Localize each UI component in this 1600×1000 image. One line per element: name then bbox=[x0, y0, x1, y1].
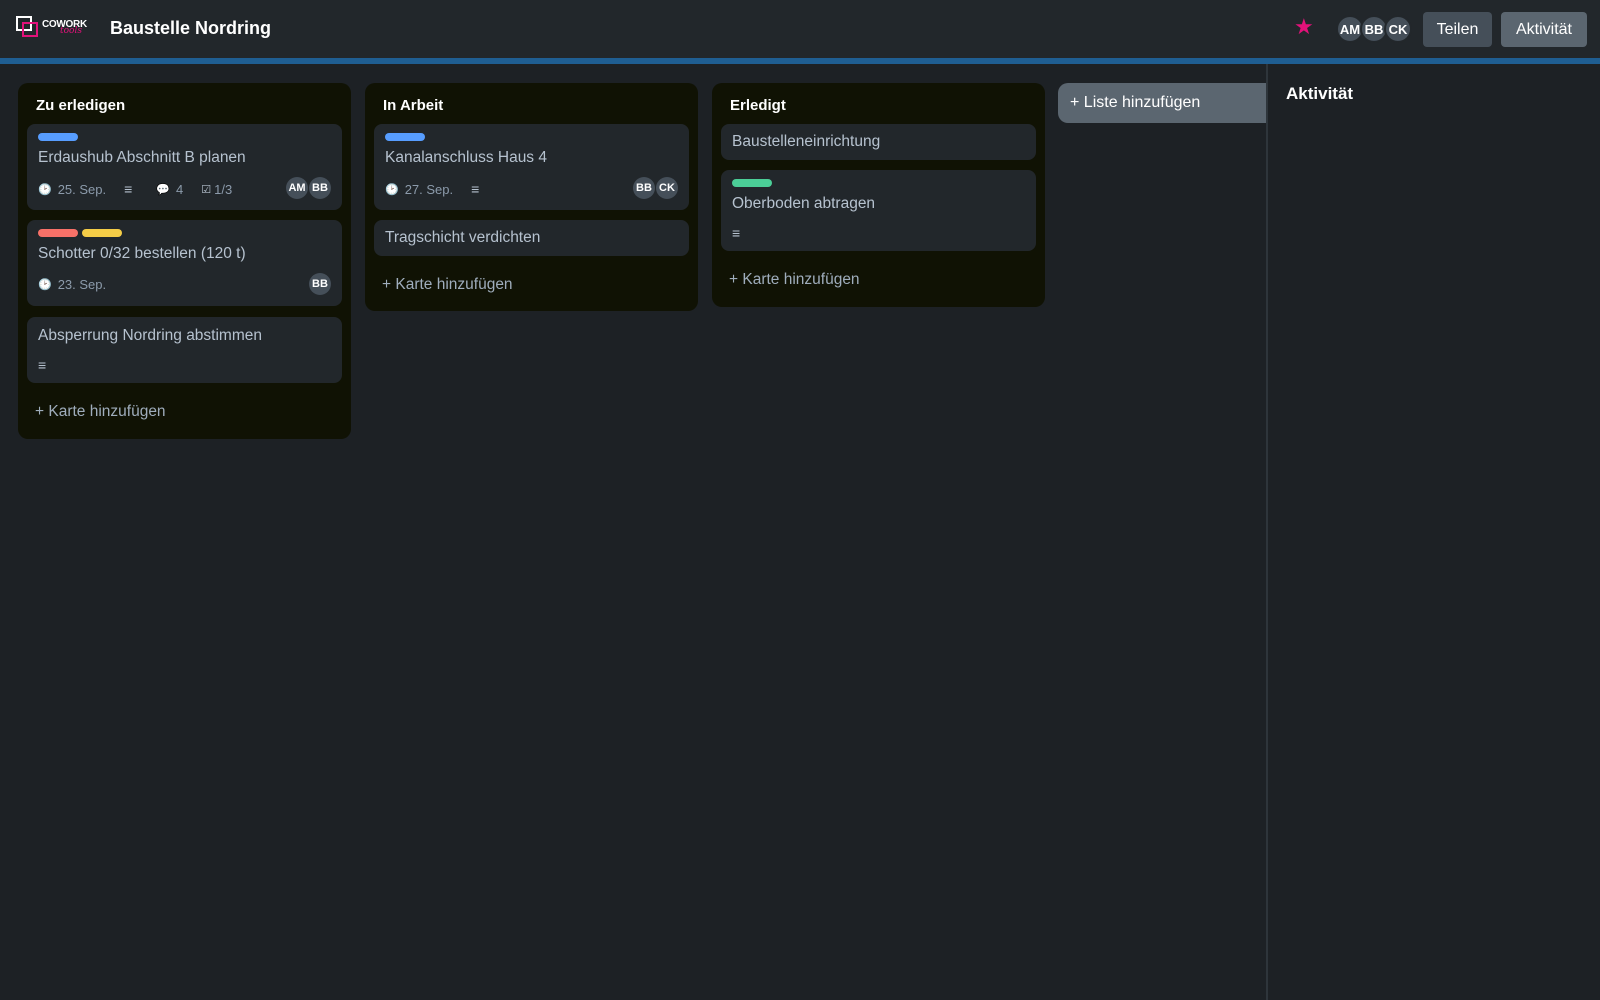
activity-panel-title: Aktivität bbox=[1286, 84, 1354, 103]
comment-count: 4 bbox=[176, 181, 184, 197]
card-title: Baustelleneinrichtung bbox=[732, 133, 881, 150]
card[interactable]: Erdaushub Abschnitt B planen 🕑 25. Sep. … bbox=[27, 124, 342, 210]
logo-subtext: tools bbox=[60, 26, 82, 36]
list-title[interactable]: Zu erledigen bbox=[36, 97, 125, 114]
app-logo[interactable]: COWORK tools bbox=[16, 16, 87, 38]
checklist-badge: ☑ 1/3 bbox=[201, 182, 232, 197]
logo-icon bbox=[16, 16, 38, 37]
description-badge: ≡ bbox=[38, 357, 52, 373]
card-badges: ≡ bbox=[38, 357, 70, 373]
card-title: Schotter 0/32 bestellen (120 t) bbox=[38, 245, 246, 262]
list-zu-erledigen: Zu erledigen Erdaushub Abschnitt B plane… bbox=[18, 83, 351, 439]
description-badge: ≡ bbox=[732, 225, 746, 241]
checklist-icon: ☑ bbox=[201, 183, 212, 196]
board-header: COWORK tools Baustelle Nordring ★ AM BB … bbox=[0, 0, 1600, 58]
share-button[interactable]: Teilen bbox=[1423, 12, 1492, 47]
add-card-button[interactable]: + Karte hinzufügen bbox=[729, 271, 860, 289]
board-title[interactable]: Baustelle Nordring bbox=[110, 18, 271, 39]
description-icon: ≡ bbox=[732, 225, 741, 241]
add-card-button[interactable]: + Karte hinzufügen bbox=[382, 276, 513, 294]
card-badges: 🕑 25. Sep. ≡ 💬 4 ☑ 1/3 bbox=[38, 181, 250, 197]
description-badge: ≡ bbox=[471, 181, 485, 197]
due-date: 23. Sep. bbox=[57, 277, 107, 292]
card-badges: 🕑 23. Sep. bbox=[38, 277, 124, 292]
checklist-progress: 1/3 bbox=[214, 181, 233, 197]
card-members: BB bbox=[308, 273, 331, 295]
card-title: Erdaushub Abschnitt B planen bbox=[38, 149, 246, 166]
description-badge: ≡ bbox=[124, 181, 138, 197]
list-title[interactable]: In Arbeit bbox=[383, 97, 443, 114]
card-title: Oberboden abtragen bbox=[732, 195, 876, 212]
avatar[interactable]: BB bbox=[633, 177, 655, 199]
due-date-badge[interactable]: 🕑 25. Sep. bbox=[38, 182, 106, 197]
label-green[interactable] bbox=[732, 179, 772, 187]
list-in-arbeit: In Arbeit Kanalanschluss Haus 4 🕑 27. Se… bbox=[365, 83, 698, 311]
description-icon: ≡ bbox=[38, 357, 47, 373]
clock-icon: 🕑 bbox=[38, 183, 52, 196]
card-labels bbox=[38, 229, 122, 237]
card-badges: ≡ bbox=[732, 225, 764, 241]
card-title: Tragschicht verdichten bbox=[385, 229, 541, 246]
description-icon: ≡ bbox=[124, 181, 133, 197]
avatar[interactable]: BB bbox=[309, 177, 331, 199]
add-list-button[interactable]: + Liste hinzufügen bbox=[1058, 83, 1268, 123]
card[interactable]: Baustelleneinrichtung bbox=[721, 124, 1036, 160]
card-members: BB CK bbox=[632, 177, 678, 199]
card-members: AM BB bbox=[285, 177, 331, 199]
board-members: AM BB CK bbox=[1336, 15, 1412, 43]
clock-icon: 🕑 bbox=[38, 279, 52, 291]
avatar[interactable]: BB bbox=[309, 273, 331, 295]
due-date-badge[interactable]: 🕑 27. Sep. bbox=[385, 182, 453, 197]
label-yellow[interactable] bbox=[82, 229, 122, 237]
clock-icon: 🕑 bbox=[385, 183, 399, 196]
avatar[interactable]: CK bbox=[1384, 15, 1412, 43]
card[interactable]: Absperrung Nordring abstimmen ≡ bbox=[27, 317, 342, 383]
card[interactable]: Tragschicht verdichten bbox=[374, 220, 689, 256]
card-title: Kanalanschluss Haus 4 bbox=[385, 149, 547, 166]
card-labels bbox=[732, 179, 772, 187]
description-icon: ≡ bbox=[471, 181, 480, 197]
avatar[interactable]: AM bbox=[286, 177, 308, 199]
due-date: 25. Sep. bbox=[57, 181, 107, 197]
label-blue[interactable] bbox=[385, 133, 425, 141]
due-date: 27. Sep. bbox=[404, 181, 454, 197]
star-icon[interactable]: ★ bbox=[1294, 15, 1314, 39]
card-labels bbox=[38, 133, 78, 141]
card-labels bbox=[385, 133, 425, 141]
card[interactable]: Schotter 0/32 bestellen (120 t) 🕑 23. Se… bbox=[27, 220, 342, 306]
card-badges: 🕑 27. Sep. ≡ bbox=[385, 181, 503, 197]
add-card-button[interactable]: + Karte hinzufügen bbox=[35, 403, 166, 421]
label-red[interactable] bbox=[38, 229, 78, 237]
card[interactable]: Kanalanschluss Haus 4 🕑 27. Sep. ≡ BB CK bbox=[374, 124, 689, 210]
label-blue[interactable] bbox=[38, 133, 78, 141]
comment-icon: 💬 bbox=[156, 183, 171, 196]
card[interactable]: Oberboden abtragen ≡ bbox=[721, 170, 1036, 251]
due-date-badge[interactable]: 🕑 23. Sep. bbox=[38, 277, 106, 292]
list-erledigt: Erledigt Baustelleneinrichtung Oberboden… bbox=[712, 83, 1045, 307]
comments-badge: 💬 4 bbox=[156, 182, 183, 197]
avatar[interactable]: CK bbox=[656, 177, 678, 199]
list-title[interactable]: Erledigt bbox=[730, 97, 786, 114]
activity-button[interactable]: Aktivität bbox=[1501, 12, 1587, 47]
card-title: Absperrung Nordring abstimmen bbox=[38, 327, 262, 344]
activity-panel: Aktivität bbox=[1266, 64, 1600, 1000]
